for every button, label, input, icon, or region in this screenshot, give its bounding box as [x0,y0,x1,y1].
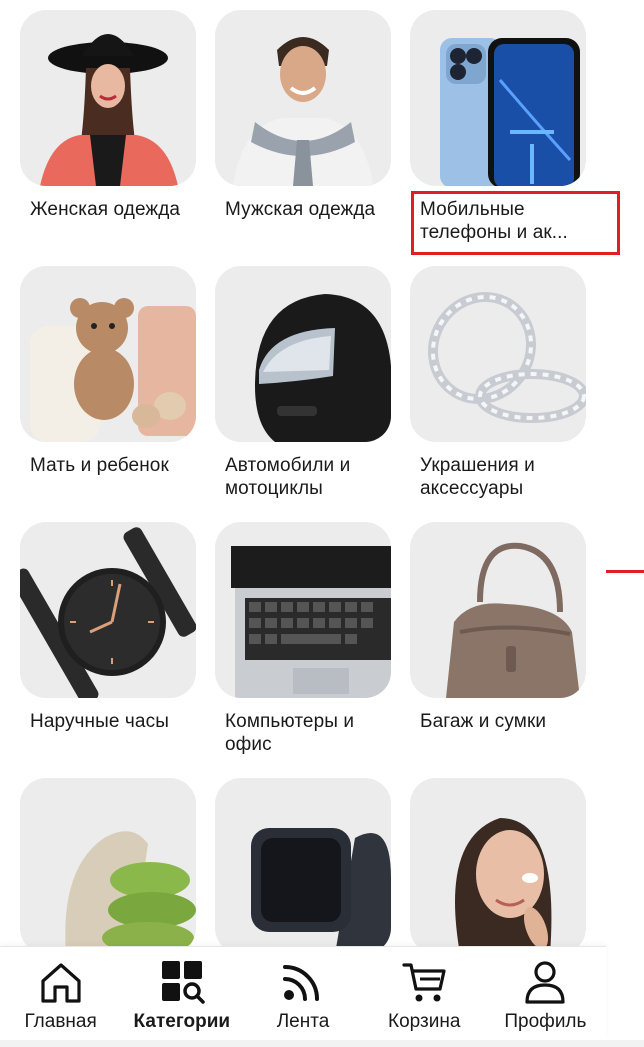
category-tile-jewelry[interactable]: Украшения и аксессуары [410,266,586,500]
profile-icon [525,961,566,1004]
womens-clothing-image [20,10,196,186]
tab-categories[interactable]: Категории [121,947,242,1040]
tab-feed[interactable]: Лента [242,947,363,1040]
luggage-bags-image [410,522,586,698]
wristwatches-image [20,522,196,698]
computers-office-image [215,522,391,698]
category-tile-mens-clothing[interactable]: Мужская одежда [215,10,391,221]
mother-and-child-image [20,266,196,442]
auto-moto-image [215,266,391,442]
beauty-image [410,778,586,954]
categories-icon [161,961,205,1004]
tab-cart[interactable]: Корзина [364,947,485,1040]
category-tile-mobile-phones[interactable]: Мобильные телефоны и ак... [410,10,586,244]
bottom-strip [0,1040,644,1047]
tab-label: Главная [24,1011,97,1032]
category-tile-luggage-bags[interactable]: Багаж и сумки [410,522,586,733]
category-tile-womens-clothing[interactable]: Женская одежда [20,10,196,221]
tab-label: Лента [276,1011,330,1032]
tab-label: Категории [133,1011,231,1032]
home-icon [40,963,81,1003]
category-tile-mother-and-child[interactable]: Мать и ребенок [20,266,196,477]
mobile-phones-image [410,10,586,186]
category-tile-computers-office[interactable]: Компьютеры и офис [215,522,391,756]
category-label: Компьютеры и офис [225,711,355,755]
category-label: Мужская одежда [225,199,376,220]
category-tile-wristwatches[interactable]: Наручные часы [20,522,196,733]
tab-label: Профиль [504,1011,587,1032]
cart-icon [402,963,446,1002]
bottom-tab-bar: Главная Категории Лента Корзина Профиль [0,946,606,1040]
category-label: Автомобили и мотоциклы [225,455,351,499]
feed-icon [283,965,319,1001]
red-marker [606,570,644,573]
tab-home[interactable]: Главная [0,947,121,1040]
smart-devices-image [215,778,391,954]
category-tile-auto-moto[interactable]: Автомобили и мотоциклы [215,266,391,500]
category-tile-beauty[interactable] [410,778,586,966]
category-tile-home-textile[interactable] [20,778,196,966]
category-label: Наручные часы [30,711,169,732]
category-label: Багаж и сумки [420,711,547,732]
category-label: Украшения и аксессуары [420,455,535,499]
mens-clothing-image [215,10,391,186]
category-label: Женская одежда [30,199,181,220]
tab-label: Корзина [388,1011,461,1032]
category-label: Мать и ребенок [30,455,169,476]
jewelry-image [410,266,586,442]
category-tile-smart-devices[interactable] [215,778,391,966]
category-label: Мобильные телефоны и ак... [420,199,568,243]
home-textile-image [20,778,196,954]
tab-profile[interactable]: Профиль [485,947,606,1040]
